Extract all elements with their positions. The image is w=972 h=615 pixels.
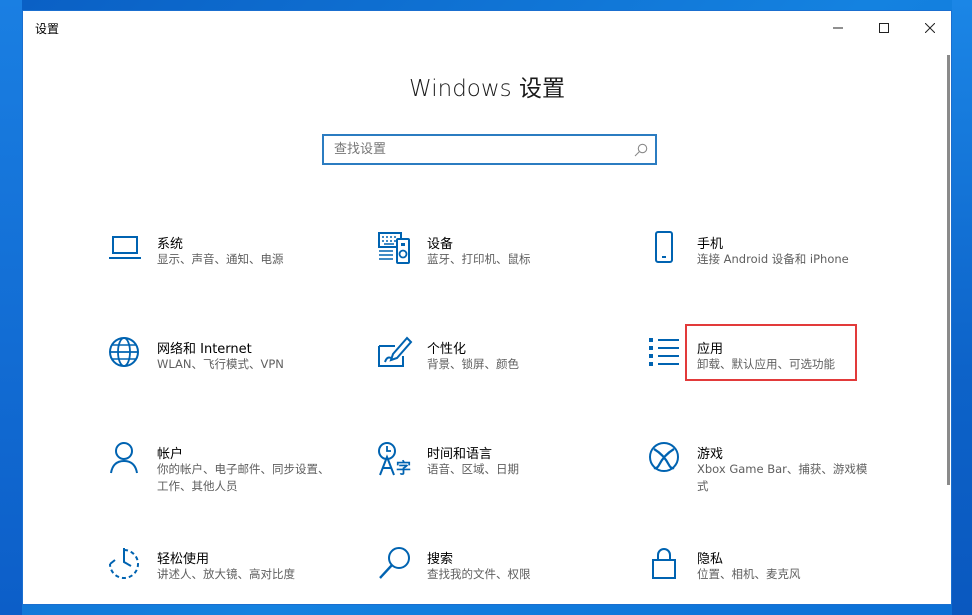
- tile-title: 游戏: [697, 447, 724, 462]
- tile-description: 位置、相机、麦克风: [697, 567, 801, 581]
- search-box[interactable]: [322, 134, 657, 165]
- tile-description: 蓝牙、打印机、鼠标: [427, 252, 531, 266]
- tile-search[interactable]: 搜索 查找我的文件、权限: [377, 546, 617, 615]
- tile-phone[interactable]: 手机 连接 Android 设备和 iPhone: [647, 231, 887, 305]
- paintbrush-icon: [378, 336, 413, 367]
- svg-text:字: 字: [396, 459, 411, 477]
- tile-title: 个性化: [427, 342, 467, 357]
- globe-icon: [109, 337, 139, 367]
- tile-description: 讲述人、放大镜、高对比度: [157, 567, 295, 581]
- tile-time-language[interactable]: 字 时间和语言 语音、区域、日期: [377, 441, 617, 515]
- tile-network[interactable]: 网络和 Internet WLAN、飞行模式、VPN: [107, 336, 347, 410]
- magnifier-icon: [379, 547, 410, 579]
- window-title: 设置: [35, 22, 60, 36]
- search-input[interactable]: [324, 136, 624, 163]
- ease-of-access-icon: [109, 548, 139, 579]
- tile-description: 显示、声音、通知、电源: [157, 252, 284, 266]
- desktop-background-left: [0, 0, 22, 615]
- tile-title: 帐户: [157, 447, 184, 462]
- tile-gaming[interactable]: 游戏 Xbox Game Bar、捕获、游戏模式: [647, 441, 887, 515]
- tile-description: 语音、区域、日期: [427, 462, 519, 476]
- minimize-icon: [833, 27, 843, 29]
- tile-description: 查找我的文件、权限: [427, 567, 531, 581]
- tile-description: 你的帐户、电子邮件、同步设置、工作、其他人员: [157, 462, 330, 493]
- xbox-icon: [649, 442, 679, 472]
- tile-description: Xbox Game Bar、捕获、游戏模式: [697, 462, 868, 493]
- tile-title: 隐私: [697, 552, 724, 567]
- close-button[interactable]: [907, 11, 953, 45]
- language-icon: 字: [378, 442, 411, 477]
- tile-privacy[interactable]: 隐私 位置、相机、麦克风: [647, 546, 887, 615]
- tile-description: 连接 Android 设备和 iPhone: [697, 252, 849, 266]
- tile-description: WLAN、飞行模式、VPN: [157, 357, 284, 371]
- tile-personalization[interactable]: 个性化 背景、锁屏、颜色: [377, 336, 617, 410]
- apps-list-icon: [649, 338, 679, 366]
- tile-system[interactable]: 系统 显示、声音、通知、电源: [107, 231, 347, 305]
- tile-description: 背景、锁屏、颜色: [427, 357, 519, 371]
- maximize-button[interactable]: [861, 11, 907, 45]
- lock-icon: [652, 548, 676, 579]
- title-bar[interactable]: 设置: [23, 11, 951, 45]
- tile-title: 手机: [697, 237, 724, 252]
- tile-title: 轻松使用: [157, 552, 210, 567]
- maximize-icon: [879, 23, 889, 33]
- page-title: Windows 设置: [409, 76, 565, 102]
- apps-highlight-box: [685, 324, 857, 381]
- tile-title: 网络和 Internet: [157, 342, 252, 357]
- settings-window: 设置 Windows 设置 系统 显示、声音、通知、电源: [22, 10, 952, 605]
- tile-devices[interactable]: 设备 蓝牙、打印机、鼠标: [377, 231, 617, 305]
- person-icon: [110, 442, 138, 474]
- tile-title: 搜索: [427, 552, 454, 567]
- close-icon: [925, 23, 935, 33]
- vertical-scrollbar[interactable]: [947, 55, 950, 485]
- tile-title: 设备: [427, 237, 454, 252]
- phone-icon: [655, 231, 673, 263]
- keyboard-icon: [378, 232, 410, 264]
- desktop-background-right: [952, 0, 972, 615]
- search-icon[interactable]: [633, 142, 649, 158]
- laptop-icon: [109, 236, 141, 259]
- tile-ease-of-access[interactable]: 轻松使用 讲述人、放大镜、高对比度: [107, 546, 347, 615]
- tile-title: 系统: [157, 237, 184, 252]
- minimize-button[interactable]: [815, 11, 861, 45]
- tile-title: 时间和语言: [427, 447, 493, 462]
- tile-accounts[interactable]: 帐户 你的帐户、电子邮件、同步设置、工作、其他人员: [107, 441, 347, 515]
